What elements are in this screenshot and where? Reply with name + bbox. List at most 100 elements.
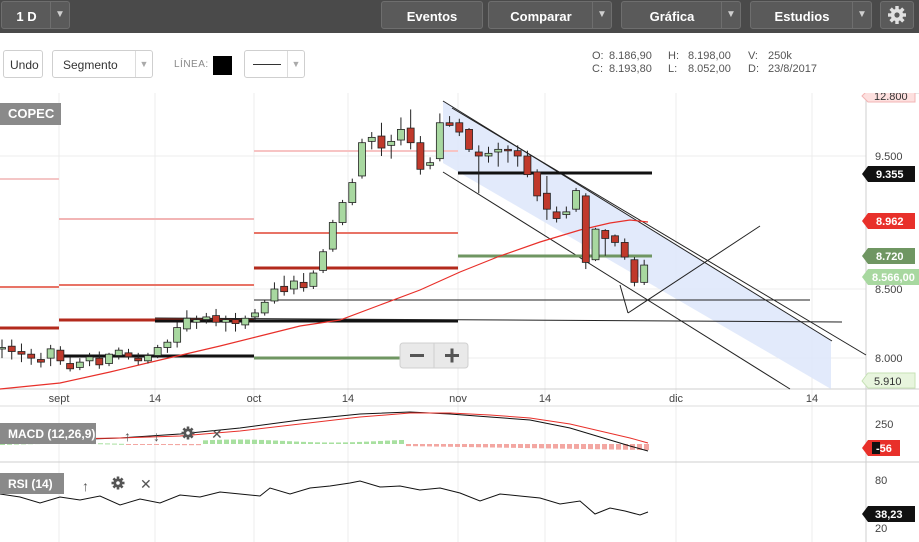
macd-histogram-bar <box>189 444 194 446</box>
candle-body <box>270 288 279 302</box>
price-chart[interactable]: COPEC 9.500 8.500 8.000 12.800 9.355 8.9… <box>0 93 919 542</box>
zoom-out-button[interactable] <box>410 354 424 357</box>
macd-histogram-bar <box>294 441 299 444</box>
arrow-up-icon[interactable]: ↑ <box>82 478 89 494</box>
line-style-select[interactable]: ▼ <box>244 50 305 78</box>
macd-histogram-bar <box>161 444 166 445</box>
gear-icon[interactable] <box>181 426 195 440</box>
macd-histogram-bar <box>224 439 229 444</box>
ohlc-low-value: 8.052,00 <box>688 63 731 75</box>
macd-histogram-bar <box>154 444 159 445</box>
ohlc-date-key: D: <box>748 63 759 75</box>
undo-label: Undo <box>10 58 39 72</box>
undo-button[interactable]: Undo <box>3 50 43 78</box>
candle-body <box>562 211 571 215</box>
arrow-down-icon[interactable]: ↓ <box>153 428 160 444</box>
candle-body <box>37 359 45 363</box>
candle-body <box>640 264 649 283</box>
ohlc-low-key: L: <box>668 63 678 75</box>
close-icon[interactable]: ✕ <box>211 426 223 442</box>
candle-body <box>280 285 289 293</box>
macd-histogram-bar <box>448 444 453 447</box>
gear-icon[interactable] <box>111 476 125 490</box>
macd-histogram-bar <box>371 441 376 444</box>
macd-histogram-bar <box>574 444 579 449</box>
macd-histogram-bar <box>434 444 439 447</box>
ohlc-open-value: 8.186,90 <box>609 50 652 62</box>
top-bar: 1 D ▼ Eventos Comparar ▼ Gráfica ▼ Estud… <box>0 0 919 33</box>
zoom-control[interactable] <box>399 342 469 369</box>
macd-histogram-bar <box>315 442 320 444</box>
candle-body <box>611 235 619 243</box>
line-color-swatch[interactable] <box>213 56 232 75</box>
candle-body <box>289 280 298 290</box>
macd-y-tick-label: 250 <box>875 419 893 431</box>
price-tag-light-green: 8.566,00 <box>862 269 919 285</box>
macd-histogram-bar <box>252 439 257 444</box>
events-button[interactable]: Eventos <box>381 1 483 29</box>
macd-histogram-bar <box>385 440 390 444</box>
macd-histogram-bar <box>329 442 334 444</box>
settings-button[interactable] <box>880 1 914 29</box>
macd-histogram-bar <box>588 444 593 450</box>
ohlc-high-key: H: <box>668 50 679 62</box>
ohlc-close-key: C: <box>592 63 603 75</box>
candle-body <box>513 150 522 157</box>
chevron-down-icon: ▼ <box>287 51 304 77</box>
candle-body <box>7 345 16 352</box>
close-icon[interactable]: ✕ <box>140 476 152 492</box>
candle-body <box>124 352 133 358</box>
macd-histogram-bar <box>644 444 649 451</box>
line-style-label: LÍNEA: <box>174 59 209 70</box>
candle-body <box>182 317 191 330</box>
macd-histogram-bar <box>609 444 614 450</box>
candle-body <box>435 122 444 160</box>
price-tag-text: 8.720 <box>876 251 904 263</box>
macd-histogram-bar <box>427 444 432 447</box>
candle-body <box>85 356 94 362</box>
studies-select[interactable]: Estudios ▼ <box>750 1 872 29</box>
candle-body <box>533 171 542 197</box>
candle-body <box>27 353 36 359</box>
candle-body <box>328 222 337 250</box>
arrow-up-icon[interactable]: ↑ <box>124 428 131 444</box>
compare-select[interactable]: Comparar ▼ <box>488 1 612 29</box>
macd-histogram-bar <box>616 444 621 450</box>
macd-histogram-bar <box>259 439 264 444</box>
candle-body <box>192 319 201 323</box>
macd-histogram-bar <box>462 444 467 448</box>
macd-histogram-bar <box>420 444 425 447</box>
candle-body <box>465 128 473 150</box>
macd-histogram-bar <box>175 444 180 446</box>
macd-histogram-bar <box>581 444 586 450</box>
chart-type-select[interactable]: Gráfica ▼ <box>621 1 741 29</box>
candle-body <box>56 349 65 362</box>
price-tag-text: 8.962 <box>876 216 904 228</box>
candle-body <box>406 127 415 144</box>
price-tag-red: 8.962 <box>862 213 915 229</box>
x-tick-label: nov <box>449 393 467 405</box>
symbol-label: COPEC <box>0 103 61 125</box>
macd-panel[interactable]: MACD (12,26,9) ↑ ↓ ✕ 250 -250 -56 <box>0 411 900 459</box>
macd-histogram-bar <box>322 442 327 444</box>
candle-body <box>397 128 405 141</box>
period-select[interactable]: 1 D ▼ <box>1 1 70 29</box>
candle-body <box>601 230 610 239</box>
segment-select[interactable]: Segmento ▼ <box>52 50 153 78</box>
macd-value-text: -56 <box>876 443 892 455</box>
candle-body <box>377 135 386 149</box>
price-tag-text: 8.566,00 <box>872 272 915 284</box>
macd-histogram-bar <box>301 441 306 444</box>
rsi-y-tick-label: 20 <box>875 523 887 535</box>
macd-histogram-bar <box>168 444 173 446</box>
macd-histogram-bar <box>525 444 530 449</box>
price-tag-green: 8.720 <box>862 248 915 264</box>
candle-body <box>241 317 250 326</box>
candle-body <box>319 251 327 271</box>
ohlc-volume-key: V: <box>748 50 758 62</box>
macd-histogram-bar <box>553 444 558 449</box>
macd-histogram-bar <box>602 444 607 450</box>
macd-histogram-bar <box>182 444 187 446</box>
ohlc-open-key: O: <box>592 50 604 62</box>
macd-histogram-bar <box>560 444 565 449</box>
